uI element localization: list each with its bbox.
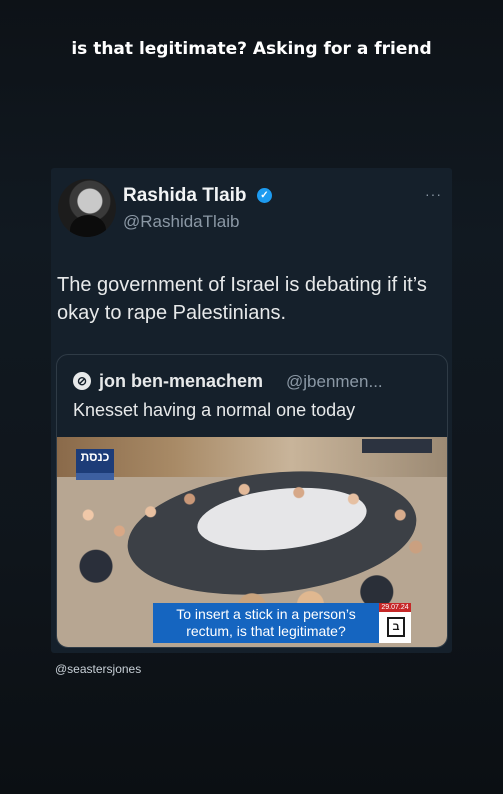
tweet-text: The government of Israel is debating if … [57,274,427,324]
channel-mark-icon: ב [387,617,405,637]
avatar[interactable] [58,179,116,237]
subtitle-line-1: To insert a stick in a person’s [176,606,356,622]
verified-badge-icon: ✓ [257,188,272,203]
quoted-author-name[interactable]: jon ben-menachem [99,371,263,392]
subtitle-line-2: rectum, is that legitimate? [186,623,346,639]
more-options-icon[interactable]: ··· [425,186,442,202]
story-caption: is that legitimate? Asking for a friend [71,39,432,59]
quoted-avatar[interactable]: ⊘ [73,372,91,390]
tweet-card[interactable]: Rashida Tlaib ✓ @RashidaTlaib ··· The go… [51,168,452,653]
watermark-handle: @seastersjones [55,662,142,676]
broadcast-date: 29.07.24 [379,603,411,612]
video-subtitle: To insert a stick in a person’s rectum, … [153,603,379,643]
quoted-tweet[interactable]: ⊘ jon ben-menachem @jbenmen... Knesset h… [56,354,448,648]
channel-logo-text: כנסת [80,450,110,464]
author-name[interactable]: Rashida Tlaib [123,185,247,207]
broadcast-tag: 29.07.24 ב [379,603,411,643]
author-handle[interactable]: @RashidaTlaib [123,212,239,232]
quoted-tweet-text: Knesset having a normal one today [73,400,356,420]
video-frame[interactable]: כנסת To insert a stick in a person’s rec… [57,437,447,647]
channel-logo: כנסת [76,449,114,480]
quoted-author-handle[interactable]: @jbenmen... [286,372,383,392]
